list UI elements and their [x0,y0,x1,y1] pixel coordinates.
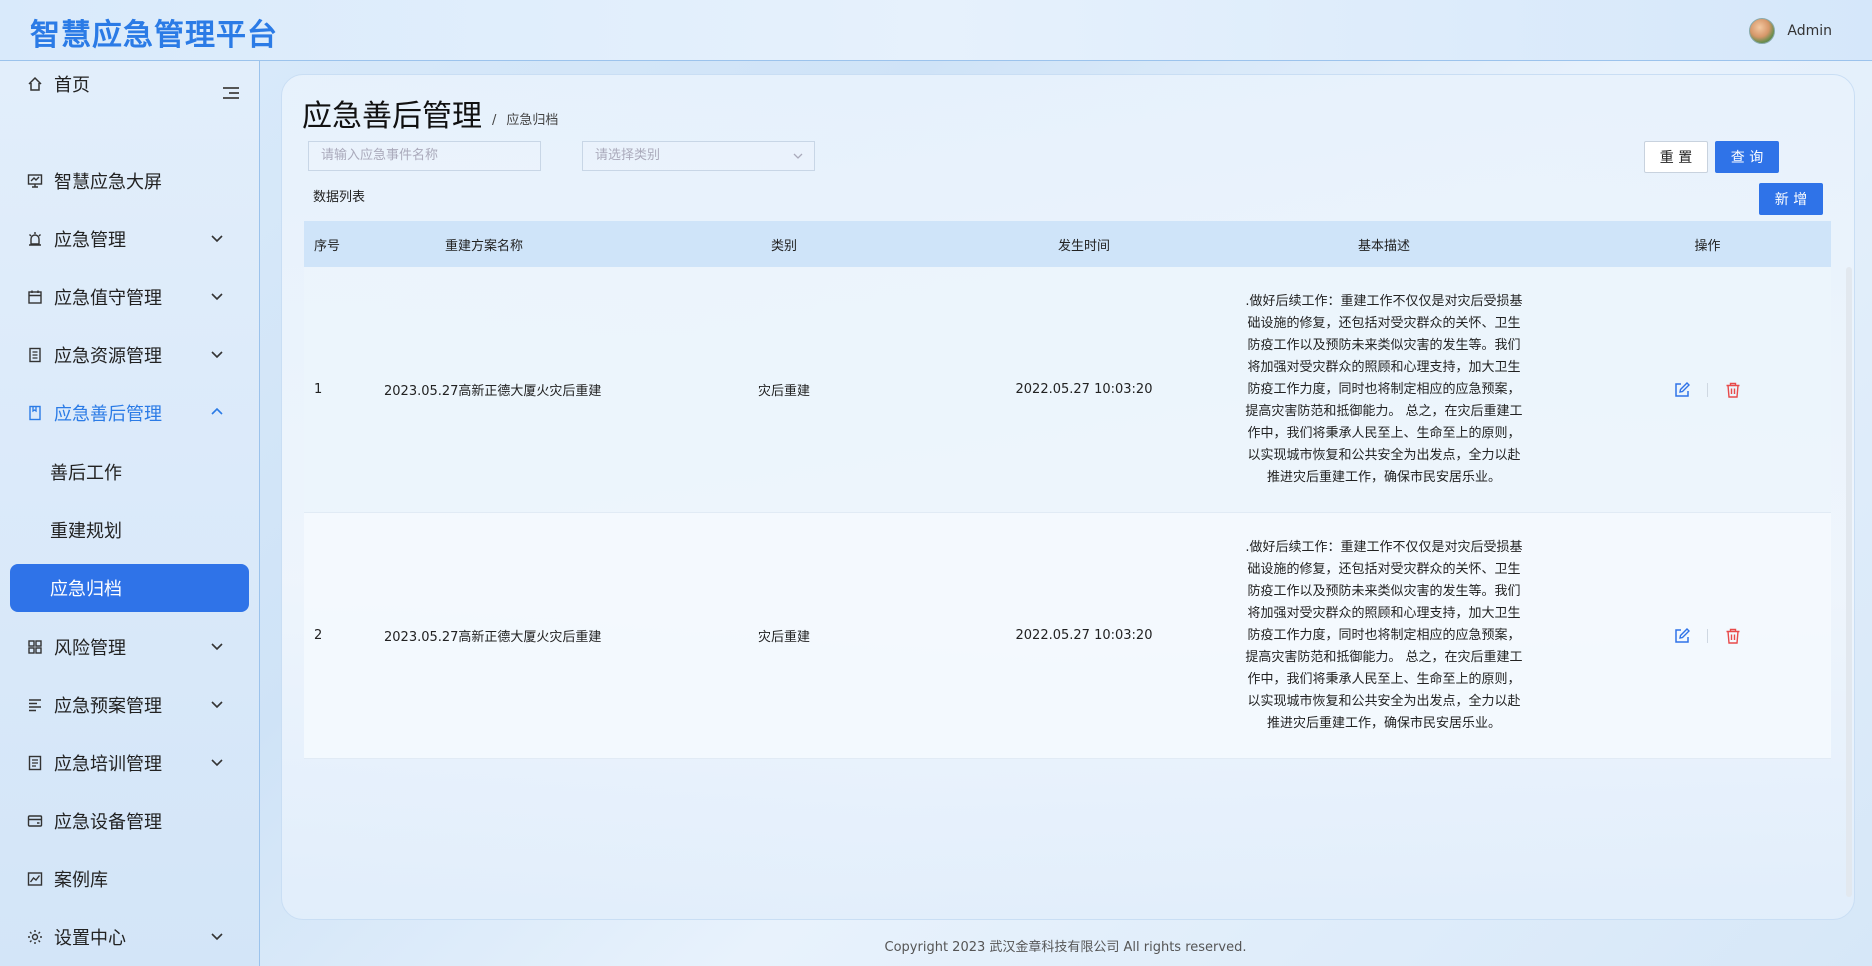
sidebar-item-aftermath[interactable]: 应急善后管理 [10,388,249,438]
sidebar-subitem-rebuild-plan[interactable]: 重建规划 [10,506,249,554]
dashboard-icon [26,172,44,190]
reset-button[interactable]: 重 置 [1644,141,1708,173]
cell-desc-text: .做好后续工作：重建工作不仅仅是对灾后受损基础设施的修复，还包括对受灾群众的关怀… [1245,293,1523,485]
table-row: 2 2023.05.27高新正德大厦火灾后重建 灾后重建 2022.05.27 … [304,513,1831,759]
list-icon [26,696,44,714]
training-icon [26,754,44,772]
cell-desc: .做好后续工作：重建工作不仅仅是对灾后受损基础设施的修复，还包括对受灾群众的关怀… [1184,537,1584,735]
sidebar-item-duty[interactable]: 应急值守管理 [10,272,249,322]
chevron-down-icon [793,153,803,159]
cell-time: 2022.05.27 10:03:20 [1015,382,1153,397]
table-scrollbar[interactable] [1846,267,1852,897]
sidebar-item-risk[interactable]: 风险管理 [10,622,249,672]
header-time: 发生时间 [1057,238,1110,254]
sidebar-item-label: 智慧应急大屏 [54,172,162,193]
grid-icon [26,638,44,656]
sidebar-item-label: 应急善后管理 [54,404,162,425]
sidebar-item-training[interactable]: 应急培训管理 [10,738,249,788]
header-name: 重建方案名称 [444,238,523,254]
sidebar: 首页 智慧应急大屏 应急管理 应急值守管理 应急资源管理 应急善后管理 善后工作… [0,61,260,966]
cell-name: 2023.05.27高新正德大厦火灾后重建 [384,630,602,645]
breadcrumb-current: 应急归档 [506,113,559,128]
document-icon [26,346,44,364]
cell-type: 灾后重建 [757,384,810,399]
sidebar-item-label: 风险管理 [54,638,126,659]
top-header: 智慧应急管理平台 Admin [0,0,1872,61]
sidebar-item-label: 应急管理 [54,230,126,251]
sidebar-item-label: 应急资源管理 [54,346,162,367]
sidebar-subitem-aftermath-work[interactable]: 善后工作 [10,448,249,496]
app-title: 智慧应急管理平台 [30,18,278,53]
data-list-label: 数据列表 [313,190,366,205]
sidebar-item-devices[interactable]: 应急设备管理 [10,796,249,846]
chevron-down-icon [211,701,223,709]
sidebar-item-cases[interactable]: 案例库 [10,854,249,904]
sidebar-item-label: 应急预案管理 [54,696,162,717]
sidebar-item-label: 应急值守管理 [54,288,162,309]
page-title: 应急善后管理 [302,99,482,134]
table-row: 1 2023.05.27高新正德大厦火灾后重建 灾后重建 2022.05.27 … [304,267,1831,513]
sidebar-item-home[interactable]: 首页 [10,61,249,109]
query-button[interactable]: 查 询 [1715,141,1779,173]
chevron-down-icon [211,235,223,243]
header-index: 序号 [314,238,341,254]
sidebar-item-emergency[interactable]: 应急管理 [10,214,249,264]
user-menu[interactable]: Admin [1749,18,1832,44]
cell-time: 2022.05.27 10:03:20 [1015,628,1153,643]
sidebar-item-label: 应急设备管理 [54,812,162,833]
user-name[interactable]: Admin [1787,23,1832,39]
home-icon [26,75,44,93]
action-divider [1707,382,1708,397]
data-table: 序号 重建方案名称 类别 发生时间 基本描述 操作 1 2023.05.27高新… [304,221,1831,759]
delete-icon[interactable] [1724,381,1742,399]
chevron-down-icon [211,643,223,651]
chevron-up-icon [211,407,223,415]
sidebar-item-resources[interactable]: 应急资源管理 [10,330,249,380]
chart-icon [26,870,44,888]
cell-index: 2 [314,628,323,643]
gear-icon [26,928,44,946]
chevron-down-icon [211,351,223,359]
delete-icon[interactable] [1724,627,1742,645]
alarm-icon [26,230,44,248]
cell-desc-text: .做好后续工作：重建工作不仅仅是对灾后受损基础设施的修复，还包括对受灾群众的关怀… [1245,539,1523,731]
cell-type: 灾后重建 [757,630,810,645]
sidebar-item-settings[interactable]: 设置中心 [10,912,249,962]
sidebar-item-label: 应急培训管理 [54,754,162,775]
edit-icon[interactable] [1673,381,1691,399]
header-type: 类别 [770,238,797,254]
breadcrumb: / 应急归档 [492,113,559,128]
cell-desc: .做好后续工作：重建工作不仅仅是对灾后受损基础设施的修复，还包括对受灾群众的关怀… [1184,291,1584,489]
chevron-down-icon [211,293,223,301]
cell-index: 1 [314,382,323,397]
header-desc: 基本描述 [1357,238,1410,254]
category-select-placeholder: 请选择类别 [595,148,661,163]
header-actions: 操作 [1694,238,1721,254]
chevron-down-icon [211,759,223,767]
sidebar-subitem-archive[interactable]: 应急归档 [10,564,249,612]
device-icon [26,812,44,830]
sidebar-item-label: 设置中心 [54,928,126,949]
main-panel: 应急善后管理 / 应急归档 请输入应急事件名称 请选择类别 重 置 查 询 数据列… [281,74,1855,920]
action-divider [1707,628,1708,643]
cell-actions [1584,627,1831,645]
cell-name: 2023.05.27高新正德大厦火灾后重建 [384,384,602,399]
edit-icon[interactable] [1673,627,1691,645]
event-name-search-input[interactable]: 请输入应急事件名称 [308,141,541,171]
sidebar-item-dashboard[interactable]: 智慧应急大屏 [10,156,249,206]
avatar[interactable] [1749,18,1776,44]
sidebar-item-label: 首页 [54,75,90,96]
table-header: 序号 重建方案名称 类别 发生时间 基本描述 操作 [304,221,1831,267]
add-button[interactable]: 新 增 [1759,183,1823,215]
sidebar-item-label: 案例库 [54,870,108,891]
category-select[interactable]: 请选择类别 [582,141,815,171]
file-icon [26,404,44,422]
calendar-icon [26,288,44,306]
cell-actions [1584,381,1831,399]
chevron-down-icon [211,933,223,941]
footer-copyright: Copyright 2023 武汉金章科技有限公司 All rights res… [884,940,1247,955]
sidebar-item-plans[interactable]: 应急预案管理 [10,680,249,730]
